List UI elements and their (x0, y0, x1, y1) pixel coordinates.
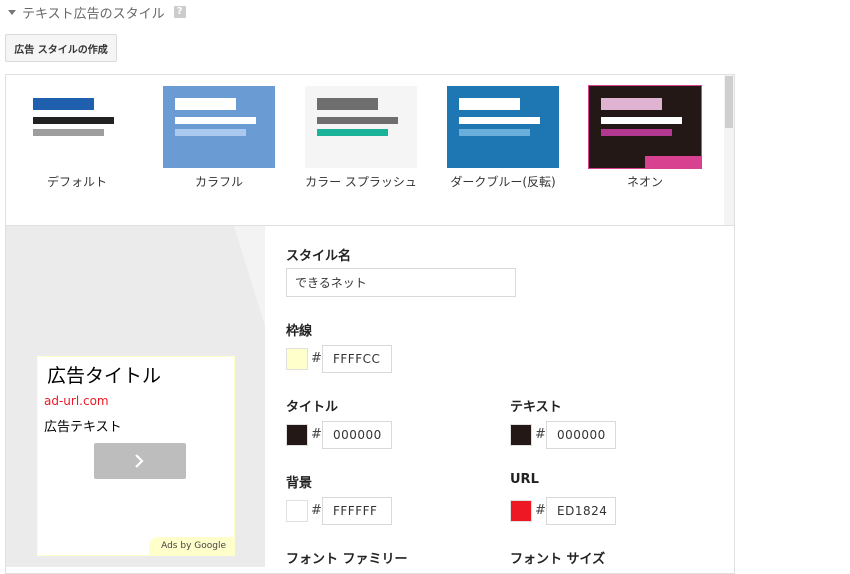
create-ad-style-button[interactable]: 広告 スタイルの作成 (5, 34, 117, 62)
title-hash: # (311, 427, 322, 442)
font-family-label: フォント ファミリー (286, 552, 408, 567)
url-color-label: URL (510, 472, 539, 487)
template-thumbnail[interactable] (305, 86, 417, 168)
thumb-url-bar (459, 129, 530, 136)
text-color-swatch[interactable] (510, 424, 532, 446)
template-thumbnail[interactable] (588, 85, 702, 169)
thumb-url-bar (175, 129, 246, 136)
chevron-right-icon (135, 454, 144, 468)
scrollbar-thumb[interactable] (725, 76, 733, 128)
title-color-label: タイトル (286, 400, 339, 415)
ad-url: ad-url.com (44, 394, 109, 408)
template-label: カラー スプラッシュ (305, 175, 417, 189)
template-label: ダークブルー(反転) (450, 175, 556, 189)
preview-fold (234, 226, 265, 326)
ad-preview-card: 広告タイトル ad-url.com 広告テキスト Ads by Google (37, 356, 235, 556)
thumb-text-bar (175, 117, 256, 124)
template-default[interactable]: デフォルト (21, 86, 133, 190)
template-scrollbar[interactable] (724, 75, 734, 225)
ad-text: 広告テキスト (44, 420, 122, 435)
text-color-label: テキスト (510, 400, 562, 415)
thumb-title-bar (33, 98, 94, 110)
template-label: カラフル (194, 175, 243, 189)
background-color-swatch[interactable] (286, 500, 308, 522)
text-color-input[interactable]: 000000 (546, 421, 616, 449)
style-name-input[interactable]: できるネット (286, 268, 516, 297)
thumb-text-bar (601, 117, 682, 124)
ad-preview-area: 広告タイトル ad-url.com 広告テキスト Ads by Google (6, 226, 265, 567)
title-color-swatch[interactable] (286, 424, 308, 446)
template-thumbnail[interactable] (447, 86, 559, 168)
section-header[interactable]: テキスト広告のスタイル ? (8, 3, 186, 22)
section-title: テキスト広告のスタイル (22, 6, 165, 22)
thumb-corner-block (645, 156, 701, 168)
thumb-title-bar (317, 98, 378, 110)
thumb-url-bar (317, 129, 388, 136)
template-color-splash[interactable]: カラー スプラッシュ (305, 86, 417, 190)
thumb-title-bar (459, 98, 520, 110)
thumb-title-bar (601, 98, 662, 110)
ad-title: 広告タイトル (47, 365, 162, 387)
border-color-swatch[interactable] (286, 348, 308, 370)
template-label: デフォルト (46, 175, 107, 189)
url-hash: # (535, 503, 546, 518)
thumb-url-bar (601, 129, 672, 136)
url-color-swatch[interactable] (510, 500, 532, 522)
thumb-text-bar (459, 117, 540, 124)
template-colorful[interactable]: カラフル (163, 86, 275, 190)
border-hash: # (311, 351, 322, 366)
thumb-url-bar (33, 129, 104, 136)
template-thumbnail[interactable] (163, 86, 275, 168)
thumb-text-bar (33, 117, 114, 124)
template-dark-blue-inverted[interactable]: ダークブルー(反転) (447, 86, 559, 190)
border-label: 枠線 (286, 324, 313, 339)
template-label: ネオン (626, 175, 663, 189)
template-thumbnail[interactable] (21, 86, 133, 168)
ads-by-google-badge: Ads by Google (149, 537, 234, 555)
background-color-label: 背景 (286, 476, 313, 491)
style-name-label: スタイル名 (286, 249, 352, 264)
background-hash: # (311, 503, 322, 518)
help-icon[interactable]: ? (173, 6, 186, 18)
background-color-input[interactable]: FFFFFF (322, 497, 392, 525)
thumb-title-bar (175, 98, 236, 110)
ad-action-button[interactable] (94, 443, 186, 479)
template-neon[interactable]: ネオン (588, 85, 702, 190)
collapse-triangle-icon[interactable] (8, 9, 16, 15)
border-color-input[interactable]: FFFFCC (322, 345, 392, 373)
title-color-input[interactable]: 000000 (322, 421, 392, 449)
text-hash: # (535, 427, 546, 442)
font-size-label: フォント サイズ (510, 552, 606, 567)
thumb-text-bar (317, 117, 398, 124)
url-color-input[interactable]: ED1824 (546, 497, 616, 525)
